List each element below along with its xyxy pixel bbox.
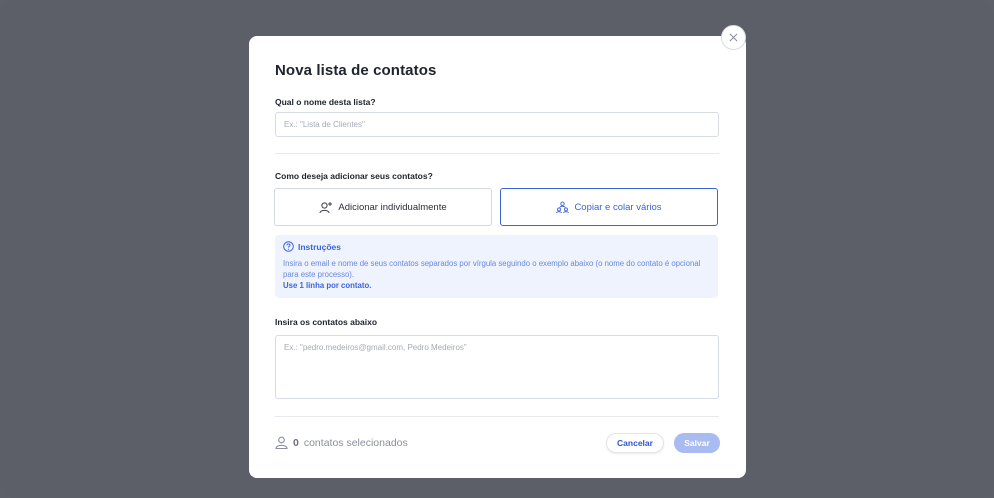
selected-contacts-count: 0 contatos selecionados: [275, 436, 408, 449]
divider: [275, 153, 719, 154]
help-circle-icon: [283, 241, 294, 252]
list-name-input[interactable]: [275, 112, 719, 137]
contacts-textarea[interactable]: [275, 335, 719, 399]
instructions-title: Instruções: [298, 241, 341, 252]
option-add-individually[interactable]: Adicionar individualmente: [274, 188, 492, 226]
instructions-text: Insira o email e nome de seus contatos s…: [283, 259, 701, 279]
instructions-emphasis: Use 1 linha por contato.: [283, 281, 372, 290]
group-icon: [556, 201, 570, 213]
modal-title: Nova lista de contatos: [275, 62, 437, 79]
option-label: Copiar e colar vários: [574, 201, 662, 213]
instructions-box: Instruções Insira o email e nome de seus…: [275, 235, 718, 298]
option-label: Adicionar individualmente: [338, 201, 447, 213]
contacts-label: Insira os contatos abaixo: [275, 317, 378, 327]
option-copy-paste-many[interactable]: Copiar e colar vários: [500, 188, 718, 226]
add-method-label: Como deseja adicionar seus contatos?: [275, 171, 433, 181]
save-button[interactable]: Salvar: [674, 433, 720, 453]
user-plus-icon: [319, 201, 333, 213]
cancel-button[interactable]: Cancelar: [606, 433, 664, 453]
count-label: contatos selecionados: [303, 436, 408, 449]
new-contact-list-modal: Nova lista de contatos Qual o nome desta…: [249, 36, 746, 478]
list-name-label: Qual o nome desta lista?: [275, 97, 376, 107]
divider: [275, 416, 719, 417]
count-value: 0: [293, 436, 299, 449]
close-button[interactable]: [721, 25, 746, 50]
instructions-header: Instruções: [283, 241, 710, 252]
close-icon: [729, 33, 738, 42]
user-icon: [275, 436, 288, 449]
